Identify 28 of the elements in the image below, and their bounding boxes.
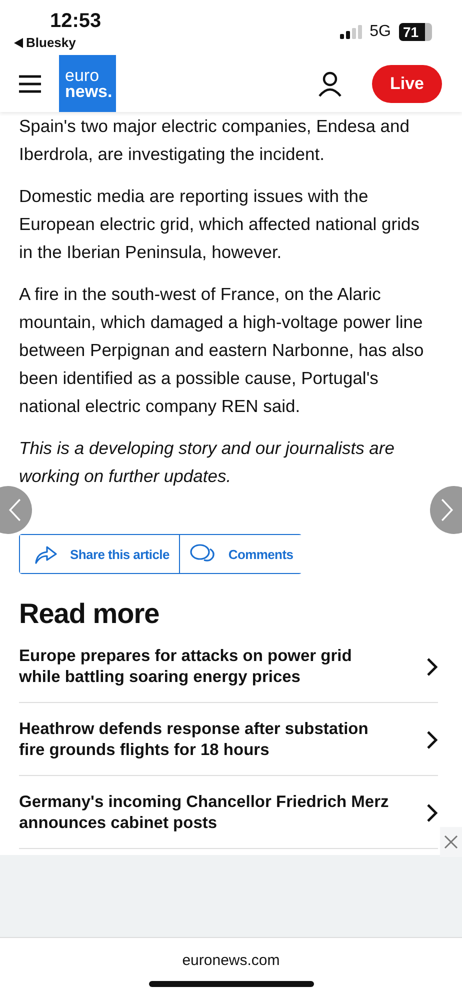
section-heading: Read more — [19, 598, 160, 630]
chevron-right-icon — [440, 497, 454, 523]
close-icon — [444, 835, 458, 849]
article-paragraph: This is a developing story and our journalists are working on further updates. — [19, 437, 396, 488]
chevron-right-icon — [426, 803, 438, 823]
share-arrow-icon — [34, 544, 58, 564]
related-article-link[interactable]: Heathrow defends response after substation fire grounds flights for 18 hours — [19, 713, 438, 776]
network-label: 5G — [370, 22, 391, 40]
status-time: 12:53 — [50, 10, 102, 33]
article-paragraph: Domestic media are reporting issues with the European electric grid, which affected national grids in the Iberian Peninsula, however. — [19, 185, 420, 264]
article-paragraph: Spain's two major electric companies, Endesa and Iberdrola, are investigating the incident. — [19, 115, 410, 166]
related-article-link[interactable]: Europe prepares for attacks on power grid while battling soaring energy prices — [19, 640, 438, 703]
chevron-right-icon — [426, 657, 438, 677]
chevron-left-icon — [8, 497, 22, 523]
back-app-label[interactable]: Bluesky — [26, 35, 76, 50]
close-ad-button[interactable] — [440, 827, 462, 857]
article-paragraph: A fire in the south-west of France, on the Alaric mountain, which damaged a high-voltage power line between Perpignan and eastern Narbonne, has also been identified as a possible cause, Portugal's national electric company REN said. — [19, 283, 425, 418]
address-bar-url[interactable]: euronews.com — [182, 952, 280, 969]
live-button[interactable]: Live — [372, 64, 442, 102]
menu-icon[interactable] — [19, 74, 41, 92]
comments-button[interactable]: Comments — [179, 535, 304, 573]
user-icon[interactable] — [318, 70, 342, 96]
signal-icon — [340, 24, 362, 38]
chevron-right-icon — [426, 730, 438, 750]
back-triangle-icon[interactable] — [14, 38, 23, 48]
related-article-link[interactable]: Germany's incoming Chancellor Friedrich Merz announces cabinet posts — [19, 786, 438, 849]
battery-indicator: 71 — [399, 22, 432, 40]
site-logo[interactable]: euro news. — [59, 55, 116, 112]
